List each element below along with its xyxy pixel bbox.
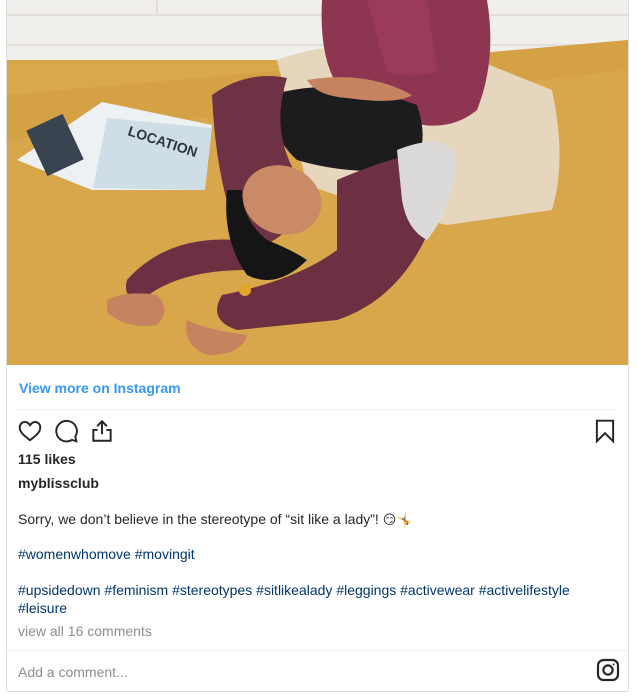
username[interactable]: myblissclub bbox=[18, 475, 99, 491]
post-photo[interactable]: LOCATION bbox=[7, 0, 628, 365]
caption-body: Sorry, we don’t believe in the stereotyp… bbox=[18, 511, 379, 527]
share-icon[interactable] bbox=[89, 418, 115, 444]
instagram-logo-icon[interactable] bbox=[596, 658, 620, 682]
hashtag-link[interactable]: #leggings bbox=[336, 582, 396, 598]
caption-text: Sorry, we don’t believe in the stereotyp… bbox=[18, 510, 608, 530]
hashtag-link[interactable]: #activelifestyle bbox=[479, 582, 570, 598]
hashtag-link[interactable]: #leisure bbox=[18, 600, 67, 616]
hashtag-link[interactable]: #stereotypes bbox=[172, 582, 252, 598]
hashtag-line-2: #upsidedown #feminism #stereotypes #sitl… bbox=[18, 581, 608, 617]
hashtag-link[interactable]: #activewear bbox=[400, 582, 475, 598]
bookmark-icon[interactable] bbox=[592, 418, 618, 444]
post-photo-illustration: LOCATION bbox=[7, 0, 628, 365]
post-action-bar bbox=[17, 418, 618, 444]
hashtag-link[interactable]: #womenwhomove bbox=[18, 546, 131, 562]
hashtag-link[interactable]: #feminism bbox=[104, 582, 168, 598]
comment-icon[interactable] bbox=[53, 418, 79, 444]
add-comment-field[interactable]: Add a comment... bbox=[18, 664, 128, 680]
divider bbox=[7, 650, 628, 651]
caption-emoji: 😏🤸 bbox=[382, 513, 413, 528]
instagram-embed-card: LOCATION View more on Instagram 115 like… bbox=[6, 0, 629, 692]
hashtag-link[interactable]: #upsidedown bbox=[18, 582, 101, 598]
view-more-on-instagram-link[interactable]: View more on Instagram bbox=[19, 380, 181, 396]
heart-icon[interactable] bbox=[17, 418, 43, 444]
hashtag-link[interactable]: #movingit bbox=[135, 546, 195, 562]
hashtag-line-1: #womenwhomove #movingit bbox=[18, 546, 195, 562]
hashtag-link[interactable]: #sitlikealady bbox=[256, 582, 332, 598]
view-all-comments-link[interactable]: view all 16 comments bbox=[18, 623, 152, 639]
likes-count[interactable]: 115 likes bbox=[18, 451, 76, 467]
divider bbox=[17, 409, 618, 410]
